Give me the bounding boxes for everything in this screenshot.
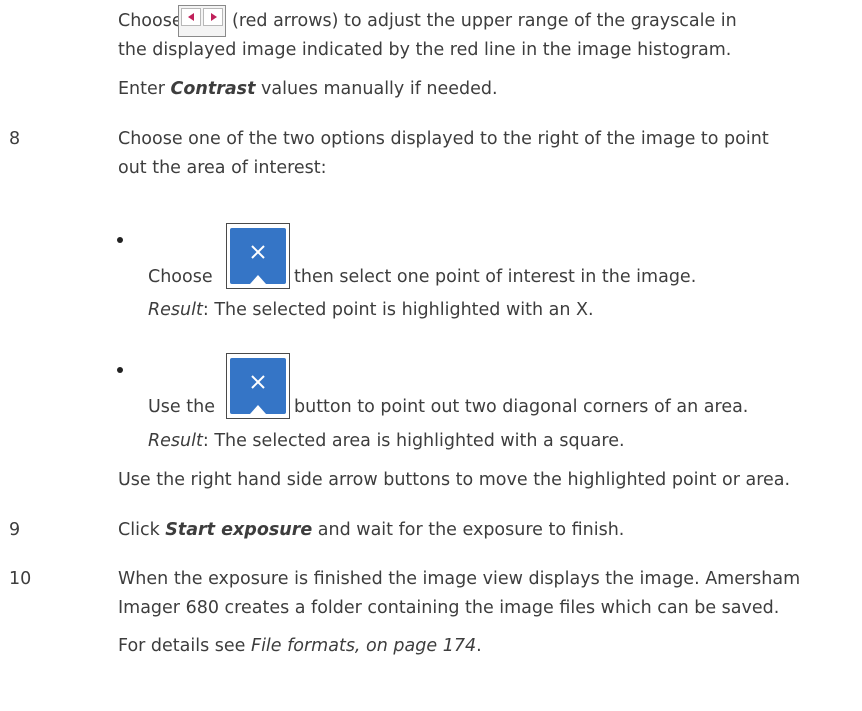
contrast-line1-text: (red arrows) to adjust the upper range o… <box>232 11 737 31</box>
option1-result: Result: The selected point is highlighte… <box>148 298 594 322</box>
start-exposure-term: Start exposure <box>165 520 313 540</box>
details-prefix: For details see <box>118 636 251 656</box>
result-text: : The selected point is highlighted with… <box>202 300 594 320</box>
result-label: Result <box>148 431 203 451</box>
enter-suffix: values manually if needed. <box>255 79 498 99</box>
bullet-option-2 <box>117 367 123 373</box>
option2-result: Result: The selected area is highlighted… <box>148 429 625 453</box>
contrast-choose-text: Choose <box>118 11 183 31</box>
arrow-right-icon <box>203 8 223 26</box>
enter-prefix: Enter <box>118 79 171 99</box>
step-9-suffix: and wait for the exposure to finish. <box>312 520 625 540</box>
step-9-text: Click Start exposure and wait for the ex… <box>118 518 624 542</box>
contrast-line2-text: the displayed image indicated by the red… <box>118 40 732 60</box>
result-label: Result <box>148 300 203 320</box>
details-suffix: . <box>476 636 482 656</box>
result-text: : The selected area is highlighted with … <box>202 431 625 451</box>
step-8-line2: out the area of interest: <box>118 158 327 178</box>
area-tool-icon <box>226 353 290 419</box>
step-8-line1: Choose one of the two options displayed … <box>118 129 769 149</box>
contrast-arrow-buttons-icon <box>178 5 226 37</box>
file-formats-link[interactable]: File formats, on page 174 <box>251 636 476 656</box>
arrow-left-icon <box>181 8 201 26</box>
option1-suffix: then select one point of interest in the… <box>294 267 697 287</box>
step-10-details: For details see File formats, on page 17… <box>118 634 482 658</box>
step-9-number: 9 <box>9 520 21 540</box>
bullet-option-1 <box>117 237 123 243</box>
contrast-enter-text: Enter Contrast values manually if needed… <box>118 77 498 101</box>
option2-prefix: Use the <box>148 397 215 417</box>
point-tool-icon <box>226 223 290 289</box>
step-8-number: 8 <box>9 129 21 149</box>
option1-prefix: Choose <box>148 267 213 287</box>
step-10-number: 10 <box>9 569 32 589</box>
step-8-footer: Use the right hand side arrow buttons to… <box>118 470 791 490</box>
contrast-term: Contrast <box>170 79 256 99</box>
step-10-line2: Imager 680 creates a folder containing t… <box>118 598 780 618</box>
step-10-line1: When the exposure is finished the image … <box>118 569 801 589</box>
option2-suffix: button to point out two diagonal corners… <box>294 397 749 417</box>
step-9-prefix: Click <box>118 520 166 540</box>
